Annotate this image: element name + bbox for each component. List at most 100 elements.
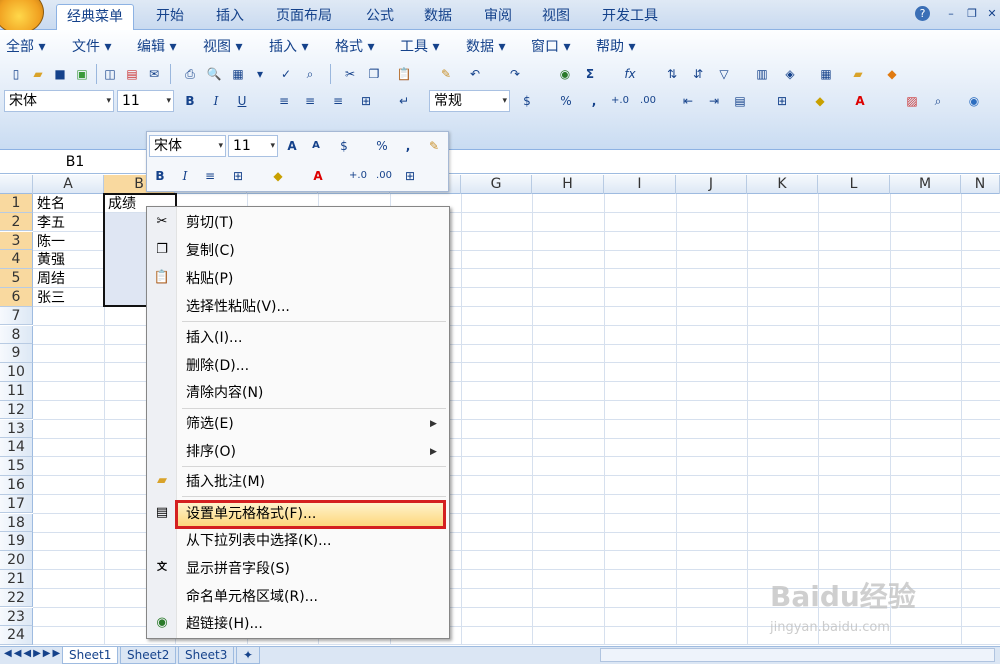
tab-classic-menu[interactable]: 经典菜单 xyxy=(56,4,134,31)
menu-insert[interactable]: 插入(I)... xyxy=(186,327,242,349)
mini-currency-icon[interactable]: $ xyxy=(334,136,354,156)
mini-bold-icon[interactable]: B xyxy=(150,166,170,186)
menu-phonetic[interactable]: 显示拼音字段(S) xyxy=(186,558,290,580)
cut-icon[interactable]: ✂ xyxy=(340,64,360,84)
decrease-indent-icon[interactable]: ⇤ xyxy=(678,91,698,111)
row-header-4[interactable]: 4 xyxy=(0,250,33,270)
column-header-H[interactable]: H xyxy=(532,175,604,194)
save-icon[interactable]: ■ xyxy=(50,64,70,84)
tab-formulas[interactable]: 公式 xyxy=(356,4,404,30)
pdf-icon[interactable]: ▤ xyxy=(122,64,142,84)
number-format-combo[interactable]: 常规 ▾ xyxy=(429,90,510,112)
menu-delete[interactable]: 删除(D)... xyxy=(186,355,249,377)
increase-indent-icon[interactable]: ⇥ xyxy=(704,91,724,111)
folder-icon[interactable]: ▰ xyxy=(848,64,868,84)
menu-paste-special[interactable]: 选择性粘贴(V)... xyxy=(186,296,290,318)
menu-pick-from-list[interactable]: 从下拉列表中选择(K)... xyxy=(186,530,331,552)
merge-center-icon[interactable]: ⊞ xyxy=(356,91,376,111)
shrink-font-icon[interactable]: A xyxy=(306,136,326,156)
undo-icon[interactable]: ↶ xyxy=(465,64,485,84)
row-header-17[interactable]: 17 xyxy=(0,494,33,514)
mini-merge-icon[interactable]: ⊞ xyxy=(400,166,420,186)
bold-icon[interactable]: B xyxy=(180,91,200,111)
cell-A3[interactable]: 陈一 xyxy=(37,233,65,251)
column-header-M[interactable]: M xyxy=(890,175,961,194)
sheet-nav-arrows-icon[interactable]: ◀◀◀▶▶▶ xyxy=(4,648,62,659)
minimize-icon[interactable]: – xyxy=(942,6,960,22)
currency-icon[interactable]: $ xyxy=(517,91,537,111)
menu-hyperlink[interactable]: 超链接(H)... xyxy=(186,613,263,635)
sort-asc-icon[interactable]: ⇅ xyxy=(662,64,682,84)
mini-font-combo[interactable]: 宋体 ▾ xyxy=(149,135,226,157)
menu-cut[interactable]: 剪切(T) xyxy=(186,212,233,234)
help-circle-icon[interactable]: ◉ xyxy=(964,91,984,111)
column-header-I[interactable]: I xyxy=(604,175,676,194)
name-box[interactable]: B1 xyxy=(0,151,150,173)
sheet-tab-2[interactable]: Sheet2 xyxy=(120,647,177,664)
email-icon[interactable]: ✉ xyxy=(144,64,164,84)
mini-fill-color-icon[interactable]: ◆ xyxy=(268,166,288,186)
row-header-16[interactable]: 16 xyxy=(0,476,33,495)
row-header-13[interactable]: 13 xyxy=(0,419,33,439)
comma-icon[interactable]: , xyxy=(584,91,604,111)
percent-icon[interactable]: % xyxy=(556,91,576,111)
mini-font-color-icon[interactable]: A xyxy=(308,166,328,186)
italic-icon[interactable]: I xyxy=(206,91,226,111)
cell-A6[interactable]: 张三 xyxy=(37,289,65,307)
function-icon[interactable]: fx xyxy=(620,64,640,84)
menu-format[interactable]: 格式 ▾ xyxy=(335,38,374,56)
row-header-7[interactable]: 7 xyxy=(0,306,33,326)
column-header-A[interactable]: A xyxy=(33,175,104,194)
column-header-J[interactable]: J xyxy=(676,175,747,194)
menu-paste[interactable]: 粘贴(P) xyxy=(186,268,233,290)
column-header-N[interactable]: N xyxy=(961,175,1000,194)
align-left-icon[interactable]: ≡ xyxy=(274,91,294,111)
borders-icon[interactable]: ⊞ xyxy=(772,91,792,111)
row-header-12[interactable]: 12 xyxy=(0,400,33,420)
cell-A1[interactable]: 姓名 xyxy=(37,195,65,213)
mini-decrease-decimal-icon[interactable]: .00 xyxy=(374,166,394,186)
styles-icon[interactable]: ▨ xyxy=(902,91,922,111)
row-header-14[interactable]: 14 xyxy=(0,438,33,458)
chart-icon[interactable]: ▥ xyxy=(752,64,772,84)
select-all-corner[interactable] xyxy=(0,175,33,194)
mini-increase-decimal-icon[interactable]: +.0 xyxy=(348,166,368,186)
menu-file[interactable]: 文件 ▾ xyxy=(72,38,111,56)
menu-insert-comment[interactable]: 插入批注(M) xyxy=(186,471,265,493)
grow-font-icon[interactable]: A xyxy=(282,136,302,156)
row-header-10[interactable]: 10 xyxy=(0,363,33,382)
menu-tools[interactable]: 工具 ▾ xyxy=(400,38,439,56)
menu-insert[interactable]: 插入 ▾ xyxy=(269,38,308,56)
paste-icon[interactable]: 📋 xyxy=(394,64,414,84)
sheet-tab-3[interactable]: Sheet3 xyxy=(178,647,235,664)
tab-review[interactable]: 审阅 xyxy=(474,4,522,30)
close-icon[interactable]: ✕ xyxy=(983,6,1000,22)
research-icon[interactable]: ⌕ xyxy=(300,64,320,84)
sort-desc-icon[interactable]: ⇵ xyxy=(688,64,708,84)
macro-icon[interactable]: ◆ xyxy=(882,64,902,84)
mini-format-painter-icon[interactable]: ✎ xyxy=(424,136,444,156)
row-header-5[interactable]: 5 xyxy=(0,269,33,288)
sheet-tab-1[interactable]: Sheet1 xyxy=(62,647,119,664)
row-header-18[interactable]: 18 xyxy=(0,513,33,533)
row-header-19[interactable]: 19 xyxy=(0,532,33,552)
tab-view[interactable]: 视图 xyxy=(532,4,580,30)
insert-sheet-icon[interactable]: ✦ xyxy=(236,647,261,664)
format-icon[interactable]: ▤ xyxy=(730,91,750,111)
menu-edit[interactable]: 编辑 ▾ xyxy=(137,38,176,56)
print-icon[interactable]: ⎙ xyxy=(180,64,200,84)
row-header-1[interactable]: 1 xyxy=(0,194,33,213)
menu-name-range[interactable]: 命名单元格区域(R)... xyxy=(186,586,318,608)
menu-clear-contents[interactable]: 清除内容(N) xyxy=(186,382,263,404)
menu-view[interactable]: 视图 ▾ xyxy=(203,38,242,56)
menu-help[interactable]: 帮助 ▾ xyxy=(596,38,635,56)
row-header-9[interactable]: 9 xyxy=(0,344,33,364)
copy-icon[interactable]: ❐ xyxy=(364,64,384,84)
mini-borders-icon[interactable]: ⊞ xyxy=(228,166,248,186)
cell-A5[interactable]: 周结 xyxy=(37,270,65,288)
tab-home[interactable]: 开始 xyxy=(146,4,194,30)
row-header-24[interactable]: 24 xyxy=(0,626,33,646)
cell-A4[interactable]: 黄强 xyxy=(37,251,65,269)
font-color-icon[interactable]: A xyxy=(850,91,870,111)
menu-window[interactable]: 窗口 ▾ xyxy=(531,38,570,56)
